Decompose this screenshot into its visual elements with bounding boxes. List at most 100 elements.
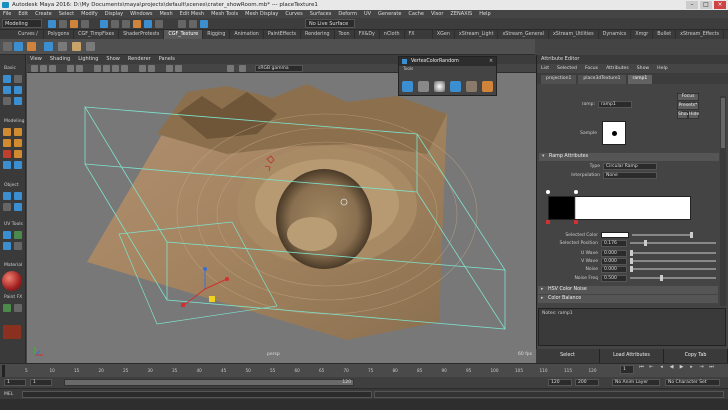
paint-fx-2-icon[interactable]	[14, 304, 22, 312]
shelf-tool-4-icon[interactable]	[58, 42, 67, 51]
slider-handle[interactable]	[690, 232, 693, 238]
shelf-tab-9[interactable]: Toon	[335, 30, 355, 39]
attribute-scrollbar[interactable]	[720, 96, 726, 306]
command-input[interactable]	[22, 391, 372, 398]
object-tool-4-icon[interactable]	[14, 203, 22, 211]
slider-handle[interactable]	[630, 250, 633, 256]
uv-tool-4-icon[interactable]	[14, 242, 22, 250]
live-surface-field[interactable]: No Live Surface	[305, 19, 355, 28]
smooth-shade-icon[interactable]	[103, 65, 110, 72]
menu-uv[interactable]: UV	[364, 10, 371, 18]
rock-icon[interactable]	[466, 81, 477, 92]
step-forward-key-icon[interactable]: ⇥	[697, 364, 706, 376]
attr-field-2[interactable]: 0.000	[601, 250, 627, 257]
load-attributes-button[interactable]: Load Attributes	[600, 349, 664, 363]
lasso-tool-icon[interactable]	[14, 75, 22, 83]
ae-tab-1[interactable]: place3dTexture1	[578, 75, 626, 84]
gamma-icon[interactable]	[239, 65, 246, 72]
shelf-tab-10[interactable]: FX&Dy	[355, 30, 380, 39]
shelf-tab-21[interactable]: AdvSkeleton	[724, 30, 728, 39]
menu-set-selector[interactable]: Modeling	[2, 19, 42, 28]
shelf-tab-2[interactable]: CGF_TimpFixes	[74, 30, 120, 39]
select-button[interactable]: Select	[536, 349, 600, 363]
film-gate-icon[interactable]	[76, 65, 83, 72]
ramp-gradient[interactable]	[548, 196, 691, 220]
shelf-tab-14[interactable]: xStream_Light	[455, 30, 499, 39]
menu-display[interactable]: Display	[105, 10, 123, 18]
slider-handle[interactable]	[630, 258, 633, 264]
shelf-tab-7[interactable]: PaintEffects	[264, 30, 302, 39]
ramp-handle-top-1[interactable]	[546, 190, 550, 194]
uv-tool-2-icon[interactable]	[14, 231, 22, 239]
ramp-handle-bottom-1[interactable]	[546, 220, 550, 224]
uv-tool-3-icon[interactable]	[3, 242, 11, 250]
viewport-menu-shading[interactable]: Shading	[50, 55, 70, 64]
current-frame-field[interactable]: 1	[620, 365, 634, 374]
shelf-tool-5-icon[interactable]	[72, 42, 81, 51]
object-tool-3-icon[interactable]	[3, 203, 11, 211]
shelf-tab-4[interactable]: CGF_Texture	[164, 30, 204, 39]
attr-slider-1[interactable]	[630, 242, 716, 244]
poly-torus-icon[interactable]	[3, 150, 11, 158]
menu-generate[interactable]: Generate	[378, 10, 401, 18]
isolate-icon[interactable]	[166, 65, 173, 72]
attr-field-1[interactable]: 0.176	[601, 240, 627, 247]
scale-tool-icon[interactable]	[3, 97, 11, 105]
shelf-tool-3-icon[interactable]	[44, 42, 53, 51]
poly-plane-icon[interactable]	[14, 139, 22, 147]
attr-field-4[interactable]: 0.000	[601, 266, 627, 273]
tools-panel-close-icon[interactable]: ×	[489, 57, 493, 66]
shelf-tab-1[interactable]: Polygons	[44, 30, 75, 39]
soft-select-icon[interactable]	[14, 97, 22, 105]
shelf-tab-12[interactable]: FX Caching	[405, 30, 433, 46]
menu-file[interactable]: File	[3, 10, 11, 18]
attr-field-3[interactable]: 0.000	[601, 258, 627, 265]
play-back-icon[interactable]: ◀	[667, 364, 676, 376]
menu-surfaces[interactable]: Surfaces	[310, 10, 332, 18]
shelf-tab-16[interactable]: xStream_Utilities	[549, 30, 599, 39]
menu-select[interactable]: Select	[59, 10, 74, 18]
hsv-noise-section[interactable]: ▸ HSV Color Noise	[538, 286, 718, 294]
select-icon[interactable]	[100, 20, 108, 28]
tools-panel[interactable]: VertexColorRandom × Tools	[398, 56, 497, 96]
presets-button[interactable]: Presets*	[677, 102, 699, 110]
object-tool-2-icon[interactable]	[14, 192, 22, 200]
lasso-icon[interactable]	[111, 20, 119, 28]
ae-menu-help[interactable]: Help	[657, 64, 667, 73]
exposure-icon[interactable]	[227, 65, 234, 72]
scene-view[interactable]	[27, 74, 536, 350]
attr-slider-3[interactable]	[630, 260, 716, 262]
shelf-tab-6[interactable]: Animation	[230, 30, 264, 39]
brush-icon[interactable]	[450, 81, 461, 92]
menu-mesh-display[interactable]: Mesh Display	[245, 10, 278, 18]
ipr-icon[interactable]	[189, 20, 197, 28]
go-start-icon[interactable]: ⏮	[637, 364, 646, 376]
slider-handle[interactable]	[630, 266, 633, 272]
object-tool-1-icon[interactable]	[3, 192, 11, 200]
ao-icon[interactable]	[148, 65, 155, 72]
step-back-icon[interactable]: ◂	[657, 364, 666, 376]
uv-tool-1-icon[interactable]	[3, 231, 11, 239]
sphere-icon[interactable]	[434, 81, 445, 92]
undo-icon[interactable]	[70, 20, 78, 28]
snap-point-icon[interactable]	[155, 20, 163, 28]
ae-menu-selected[interactable]: Selected	[557, 64, 577, 73]
bevel-icon[interactable]	[14, 161, 22, 169]
viewport-menu-panels[interactable]: Panels	[159, 55, 175, 64]
cube-icon[interactable]	[482, 81, 493, 92]
viewport-menu-lighting[interactable]: Lighting	[78, 55, 98, 64]
character-set-dropdown[interactable]: No Character Set	[665, 379, 720, 386]
move-icon[interactable]	[402, 81, 413, 92]
menu-mesh-tools[interactable]: Mesh Tools	[211, 10, 238, 18]
viewport-panel[interactable]: View Shading Lighting Show Renderer Panels sR…	[27, 55, 536, 363]
shelf-tab-15[interactable]: xStream_General	[498, 30, 549, 39]
wireframe-icon[interactable]	[94, 65, 101, 72]
shelf-tool-2-icon[interactable]	[27, 42, 36, 51]
shelf-tool-6-icon[interactable]	[86, 42, 95, 51]
shelf-tab-19[interactable]: Bullet	[653, 30, 677, 39]
menu-edit[interactable]: Edit	[18, 10, 28, 18]
menu-windows[interactable]: Windows	[130, 10, 152, 18]
ae-tab-0[interactable]: projection1	[541, 75, 577, 84]
paint-fx-1-icon[interactable]	[3, 304, 11, 312]
snap-grid-icon[interactable]	[133, 20, 141, 28]
